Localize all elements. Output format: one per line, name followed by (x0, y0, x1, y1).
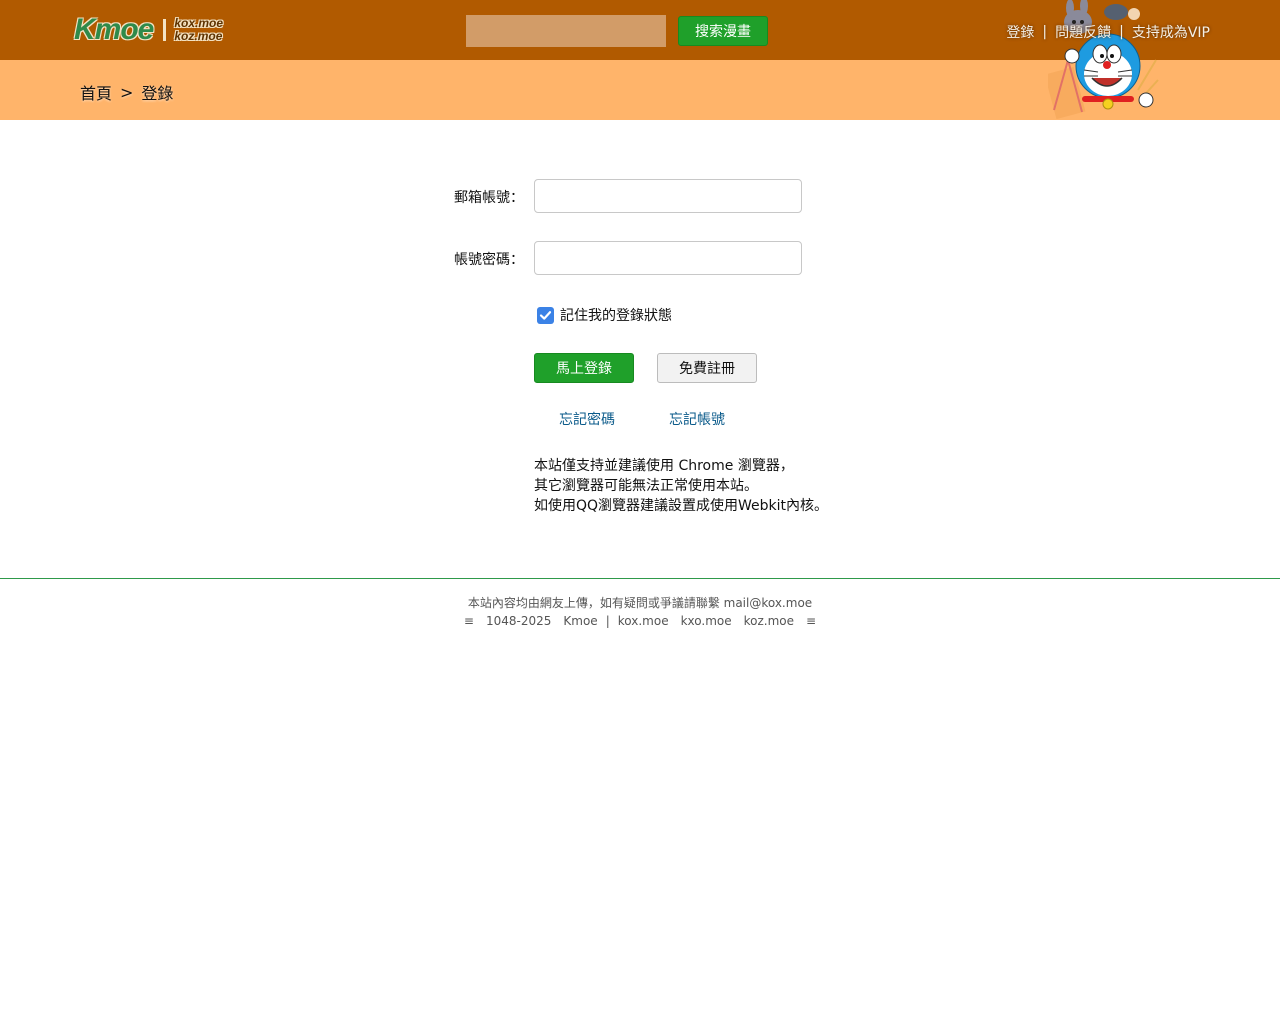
forgot-password-link[interactable]: 忘記密碼 (559, 409, 615, 429)
feedback-link[interactable]: 問題反饋 (1055, 22, 1111, 42)
password-label: 帳號密碼： (454, 252, 524, 268)
remember-label: 記住我的登錄狀態 (560, 308, 672, 324)
logo-domains: kox.moe koz.moe (174, 17, 223, 43)
notice-line: 如使用QQ瀏覽器建議設置成使用Webkit內核。 (534, 498, 829, 514)
menu-icon[interactable]: ≡ (464, 614, 474, 628)
email-label: 郵箱帳號： (454, 190, 524, 206)
register-button[interactable]: 免費註冊 (657, 353, 757, 383)
browser-notice: 本站僅支持並建議使用 Chrome 瀏覽器， 其它瀏覽器可能無法正常使用本站。 … (534, 456, 828, 516)
menu-icon[interactable]: ≡ (806, 614, 816, 628)
site-logo[interactable]: Kmoe kox.moe koz.moe (74, 12, 223, 48)
footer-separator: | (605, 614, 610, 628)
breadcrumb-current: 登錄 (141, 84, 174, 103)
logo-divider (163, 19, 167, 41)
breadcrumb: 首頁 > 登錄 (80, 80, 173, 104)
mascot-illustration (1048, 0, 1159, 120)
footer-years: 1048-2025 (485, 614, 552, 628)
notice-line: 其它瀏覽器可能無法正常使用本站。 (534, 478, 758, 494)
search-input[interactable] (466, 15, 666, 47)
footer-disclaimer: 本站內容均由網友上傳，如有疑問或爭議請聯繫 mail@kox.moe (467, 596, 813, 610)
footer-site-link[interactable]: Kmoe (563, 614, 597, 628)
remember-me[interactable]: 記住我的登錄狀態 (537, 305, 672, 325)
footer-links: ≡ 1048-2025 Kmoe | kox.moe kxo.moe koz.m… (0, 614, 1280, 628)
notice-line: 本站僅支持並建議使用 Chrome 瀏覽器， (534, 458, 794, 474)
forgot-account-link[interactable]: 忘記帳號 (669, 409, 725, 429)
vip-link[interactable]: 支持成為VIP (1132, 22, 1210, 42)
footer-domain-link[interactable]: kox.moe (618, 614, 669, 628)
logo-domain-2: koz.moe (174, 29, 223, 43)
top-nav-links: 登錄 | 問題反饋 | 支持成為VIP (1006, 22, 1210, 42)
breadcrumb-home[interactable]: 首頁 (80, 80, 112, 104)
footer-domain-link[interactable]: kxo.moe (681, 614, 732, 628)
password-field[interactable] (534, 241, 802, 275)
breadcrumb-arrow: > (120, 82, 134, 102)
login-link[interactable]: 登錄 (1006, 22, 1034, 42)
remember-checkbox[interactable] (537, 306, 554, 324)
footer-domain-link[interactable]: koz.moe (744, 614, 794, 628)
footer-divider (0, 578, 1280, 579)
search-button[interactable]: 搜索漫畫 (678, 16, 768, 46)
email-field[interactable] (534, 179, 802, 213)
login-button[interactable]: 馬上登錄 (534, 353, 634, 383)
checkmark-icon (539, 310, 552, 320)
nav-separator: | (1042, 24, 1048, 40)
logo-text: Kmoe (74, 13, 154, 46)
nav-separator: | (1119, 24, 1124, 40)
